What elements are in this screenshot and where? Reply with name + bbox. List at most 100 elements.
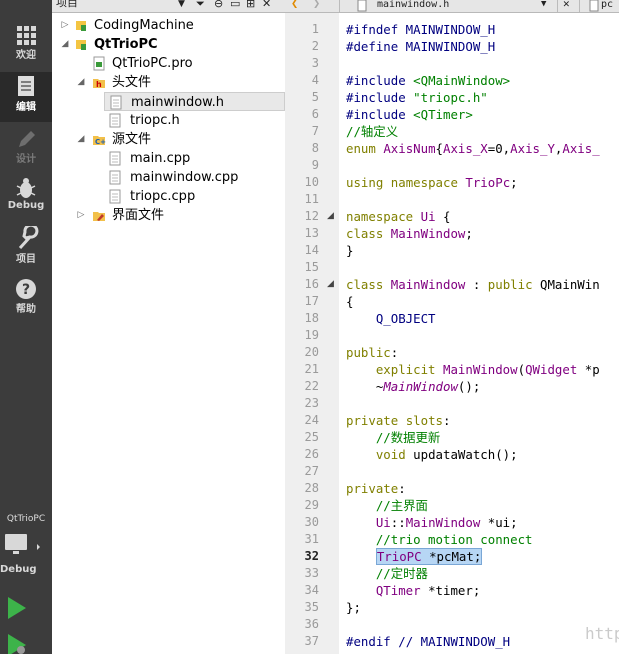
- project-toolbar: 项目 ▼ ⏷ ⊖ ▭ ⊞ ✕: [52, 0, 285, 13]
- line-number: 31: [304, 532, 319, 546]
- tree-item-label: mainwindow.cpp: [130, 170, 239, 185]
- mode-label: 欢迎: [16, 50, 36, 61]
- mode-welcome[interactable]: 欢迎: [0, 20, 52, 70]
- code-line[interactable]: enum AxisNum{Axis_X=0,Axis_Y,Axis_: [346, 140, 600, 157]
- line-number: 32: [304, 549, 319, 563]
- close-icon[interactable]: ✕: [262, 0, 271, 11]
- line-number: 10: [304, 175, 319, 189]
- watermark-text: http://blog.csdn.net/guimotion: [585, 624, 619, 643]
- fold-marker-icon[interactable]: ◢: [327, 208, 337, 225]
- chevron-right-icon[interactable]: ▷: [76, 206, 86, 225]
- code-line[interactable]: class MainWindow : public QMainWin: [346, 276, 600, 293]
- next-file-tab[interactable]: pc: [601, 0, 613, 12]
- tree-item[interactable]: ◢ C+ 源文件: [52, 130, 285, 149]
- code-line[interactable]: QTimer *timer;: [346, 582, 480, 599]
- code-editor[interactable]: ❮ ❯ mainwindow.h ▼ ✕ pc 1 2 3 4 5 6 7 8 9 10 11 12 ◢…: [285, 0, 619, 654]
- tree-item[interactable]: ▷ CodingMachine: [52, 16, 285, 35]
- tree-item[interactable]: triopc.cpp: [52, 187, 285, 206]
- mode-debug[interactable]: Debug: [0, 174, 52, 224]
- code-line[interactable]: Ui::MainWindow *ui;: [346, 514, 518, 531]
- project-icon: [76, 40, 86, 50]
- bug-icon: [16, 178, 36, 198]
- line-number: 5: [311, 90, 319, 104]
- code-line[interactable]: namespace Ui {: [346, 208, 450, 225]
- line-number: 37: [304, 634, 319, 648]
- line-number: 36: [304, 617, 319, 631]
- code-line[interactable]: };: [346, 599, 361, 616]
- code-line[interactable]: //主界面: [346, 497, 428, 514]
- project-pane: 项目 ▼ ⏷ ⊖ ▭ ⊞ ✕ ▷ CodingMachine ◢ QtTrioP…: [52, 0, 286, 654]
- pro-file-icon: [93, 56, 105, 71]
- code-line[interactable]: private slots:: [346, 412, 450, 429]
- line-number-gutter: 1 2 3 4 5 6 7 8 9 10 11 12 ◢ 13 14 15 16 ◢ 17 18 19 20 21 22 23 2…: [285, 13, 339, 654]
- divider: [579, 0, 580, 12]
- tree-item-label: main.cpp: [130, 151, 191, 166]
- chevron-down-icon[interactable]: ◢: [76, 130, 86, 149]
- line-number: 8: [311, 141, 319, 155]
- code-line[interactable]: #ifndef MAINWINDOW_H: [346, 21, 495, 38]
- split-icon[interactable]: ▭: [230, 0, 240, 11]
- line-number: 21: [304, 362, 319, 376]
- code-line[interactable]: public:: [346, 344, 398, 361]
- tree-item[interactable]: ▷ 界面文件: [52, 206, 285, 225]
- mode-projects[interactable]: 项目: [0, 224, 52, 274]
- code-line[interactable]: //定时器: [346, 565, 428, 582]
- forward-arrow-icon[interactable]: ❯: [313, 0, 320, 10]
- debug-run-icon[interactable]: [4, 632, 28, 654]
- chevron-down-icon[interactable]: ▼: [178, 0, 185, 11]
- chevron-right-icon[interactable]: ▷: [60, 16, 70, 35]
- code-line[interactable]: #endif // MAINWINDOW_H: [346, 633, 510, 650]
- code-line[interactable]: {: [346, 293, 353, 310]
- tree-item[interactable]: triopc.h: [52, 111, 285, 130]
- code-line[interactable]: #include "triopc.h": [346, 89, 488, 106]
- tree-item-selected[interactable]: mainwindow.h: [104, 92, 285, 111]
- code-line[interactable]: #include <QTimer>: [346, 106, 473, 123]
- code-line[interactable]: void updataWatch();: [346, 446, 518, 463]
- tree-item[interactable]: mainwindow.cpp: [52, 168, 285, 187]
- svg-text:h: h: [96, 80, 102, 89]
- code-line[interactable]: #include <QMainWindow>: [346, 72, 510, 89]
- mode-label: Debug: [7, 200, 45, 211]
- tree-item[interactable]: ◢ QtTrioPC: [52, 35, 285, 54]
- tree-item[interactable]: QtTrioPC.pro: [52, 54, 285, 73]
- file-icon: [357, 0, 367, 12]
- line-number: 18: [304, 311, 319, 325]
- code-line[interactable]: TrioPC *pcMat;: [346, 548, 483, 565]
- mode-edit[interactable]: 编辑: [0, 72, 52, 122]
- line-number: 27: [304, 464, 319, 478]
- code-line[interactable]: //数据更新: [346, 429, 441, 446]
- chevron-down-icon[interactable]: ◢: [60, 35, 70, 54]
- tree-item[interactable]: main.cpp: [52, 149, 285, 168]
- tree-item[interactable]: ◢ h 头文件: [52, 73, 285, 92]
- mode-design[interactable]: 设计: [0, 124, 52, 174]
- fold-marker-icon[interactable]: ◢: [327, 276, 337, 293]
- code-line[interactable]: class MainWindow;: [346, 225, 473, 242]
- code-line[interactable]: }: [346, 242, 353, 259]
- close-icon[interactable]: ✕: [563, 0, 570, 11]
- code-line[interactable]: //trio motion connect: [346, 531, 533, 548]
- code-line[interactable]: //轴定义: [346, 123, 398, 140]
- code-line[interactable]: explicit MainWindow(QWidget *p: [346, 361, 600, 378]
- run-icon[interactable]: [4, 594, 28, 622]
- code-line[interactable]: #define MAINWINDOW_H: [346, 38, 495, 55]
- add-pane-icon[interactable]: ⊞: [246, 0, 255, 11]
- back-arrow-icon[interactable]: ❮: [291, 0, 298, 10]
- link-icon[interactable]: ⊖: [214, 0, 223, 11]
- chevron-down-icon[interactable]: ◢: [76, 73, 86, 92]
- filter-icon[interactable]: ⏷: [196, 0, 205, 11]
- line-number: 25: [304, 430, 319, 444]
- chevron-down-icon[interactable]: ▼: [541, 0, 546, 11]
- code-line[interactable]: private:: [346, 480, 406, 497]
- mode-help[interactable]: ? 帮助: [0, 274, 52, 324]
- kit-project-label: QtTrioPC: [6, 514, 46, 524]
- line-number: 16: [304, 277, 319, 291]
- code-line[interactable]: ~MainWindow();: [346, 378, 480, 395]
- line-number: 28: [304, 481, 319, 495]
- line-number: 3: [311, 56, 319, 70]
- code-line[interactable]: using namespace TrioPc;: [346, 174, 518, 191]
- open-file-name[interactable]: mainwindow.h: [377, 0, 449, 12]
- line-number: 12: [304, 209, 319, 223]
- tree-item-label: 界面文件: [112, 208, 165, 223]
- kit-selector-button[interactable]: Debug: [0, 528, 52, 578]
- code-line[interactable]: Q_OBJECT: [346, 310, 436, 327]
